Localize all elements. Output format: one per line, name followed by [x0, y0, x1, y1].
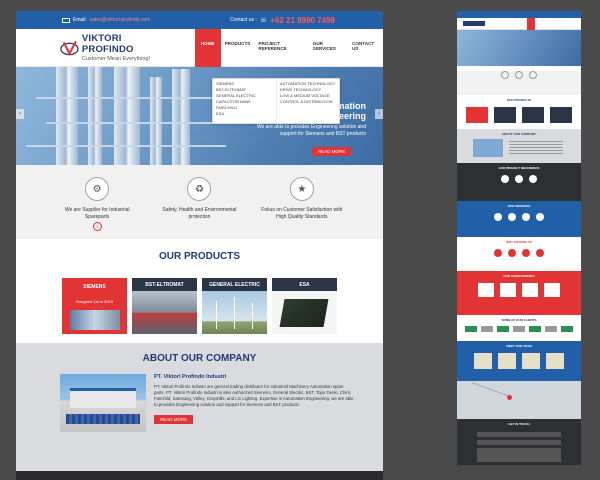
hero-text: We are able to provides Engineering solu…: [256, 124, 366, 137]
contact-info: Contact us : ☏ +62 21 8990 7499: [230, 16, 335, 25]
product-sub: Ranghed 1st in 2015: [76, 299, 113, 304]
safety-icon: ♻: [187, 177, 212, 201]
dropdown-item[interactable]: LOW & MEDIUM VOLTAGE CONTROL & DISTRIBUT…: [280, 93, 336, 105]
about-text: PT. Viktori Profindo Industri are genera…: [154, 384, 354, 407]
product-card-siemens[interactable]: SIEMENS Ranghed 1st in 2015: [62, 278, 127, 334]
side-title: OUR PRODUCTS: [506, 98, 532, 102]
feature-more-button[interactable]: ›: [92, 222, 102, 231]
site-header: VIKTORI PROFINDO Customer Mean Everythin…: [16, 28, 383, 67]
product-name: GENERAL ELECTRIC: [202, 278, 267, 291]
desktop-mockup: Email: sales@viktori-profindo.com Contac…: [16, 11, 383, 480]
dropdown-categories: AUTOMATION TECHNOLOGY DRIVE TECHNOLOGY L…: [276, 79, 339, 123]
side-title: OUR PROJECT REFERENCE: [498, 166, 540, 170]
logo-name: VIKTORI PROFINDO: [81, 33, 134, 55]
slider-prev-icon[interactable]: ‹: [16, 109, 24, 119]
logo-mark-icon: [60, 40, 79, 56]
product-name: BST-ELTROMAT: [132, 278, 197, 291]
phone-number[interactable]: +62 21 8990 7499: [270, 16, 335, 25]
side-title: SOME OF OUR CLIENTS: [501, 318, 537, 322]
logo-tagline: Customer Mean Everything!: [81, 56, 151, 62]
logo[interactable]: VIKTORI PROFINDO Customer Mean Everythin…: [60, 33, 171, 62]
email-info: Email: sales@viktori-profindo.com: [62, 17, 150, 23]
about-content: PT. Viktori Profindo Industri PT. Viktor…: [16, 364, 383, 432]
email-label: Email:: [73, 17, 87, 23]
product-card-bst-eltromat[interactable]: BST-ELTROMAT: [132, 278, 197, 334]
slider-next-icon[interactable]: ›: [375, 109, 383, 119]
nav-products[interactable]: PRODUCTS: [221, 29, 255, 67]
side-title: OUR ACHIEVEMENTS: [503, 274, 535, 278]
quality-icon: ★: [289, 177, 314, 201]
contact-label: Contact us :: [230, 17, 257, 23]
dropdown-brands: SIEMENS BST-ELTROMAT GENERAL ELECTRIC CA…: [213, 79, 276, 123]
feature-spareparts: ⚙ We are Supplier for Industrial Sparepa…: [52, 177, 142, 239]
about-text-block: PT. Viktori Profindo Industri PT. Viktor…: [154, 374, 354, 432]
products-dropdown: SIEMENS BST-ELTROMAT GENERAL ELECTRIC CA…: [212, 78, 340, 124]
nav-contact-us[interactable]: CONTACT US: [348, 29, 383, 67]
about-read-more-button[interactable]: READ MORE: [154, 415, 194, 424]
side-title: GET IN TOUCH: [508, 422, 530, 426]
feature-label: We are Supplier for Industrial Sparepart…: [64, 207, 130, 220]
features-section: ⚙ We are Supplier for Industrial Sparepa…: [16, 165, 383, 239]
nav-project-reference[interactable]: PROJECT REFERENCE: [254, 29, 308, 67]
product-card-general-electric[interactable]: GENERAL ELECTRIC: [202, 278, 267, 334]
full-page-preview: OUR PRODUCTS ABOUT OUR COMPANY OUR PROJE…: [457, 11, 581, 465]
feature-label: Safety, Health and Environmental protect…: [162, 207, 237, 220]
feature-quality: ★ Fokus on Customer Satisfaction with Hi…: [257, 177, 347, 239]
side-title: WHY CHOOSE US: [506, 240, 532, 244]
email-link[interactable]: sales@viktori-profindo.com: [90, 17, 150, 23]
dropdown-item[interactable]: ESA: [216, 111, 273, 117]
company-photo: [60, 374, 146, 432]
phone-icon: ☏: [259, 17, 268, 24]
products-section: OUR PRODUCTS SIEMENS Ranghed 1st in 2015…: [16, 239, 383, 343]
product-name: SIEMENS: [83, 284, 106, 290]
footer-strip: [16, 471, 383, 480]
hero-read-more-button[interactable]: READ MORE: [312, 147, 352, 156]
envelope-icon: [62, 17, 70, 23]
about-title: ABOUT OUR COMPANY: [142, 353, 257, 364]
product-name: ESA: [272, 278, 337, 291]
spareparts-icon: ⚙: [85, 177, 110, 201]
top-bar: Email: sales@viktori-profindo.com Contac…: [16, 11, 383, 29]
side-title: ABOUT OUR COMPANY: [501, 132, 537, 136]
products-grid: SIEMENS Ranghed 1st in 2015 BST-ELTROMAT…: [16, 278, 383, 334]
nav-our-services[interactable]: OUR SERVICES: [309, 29, 348, 67]
feature-safety: ♻ Safety, Health and Environmental prote…: [154, 177, 244, 239]
products-title: OUR PRODUCTS: [158, 251, 241, 262]
side-title: OUR SERVICES: [507, 204, 531, 208]
nav-home[interactable]: HOME: [194, 28, 221, 67]
product-card-esa[interactable]: ESA: [272, 278, 337, 334]
main-nav: HOME PRODUCTS PROJECT REFERENCE OUR SERV…: [194, 28, 383, 67]
about-heading: PT. Viktori Profindo Industri: [154, 374, 227, 380]
side-title: MEET OUR TEAM: [506, 344, 532, 348]
about-section: ABOUT OUR COMPANY PT. Viktori Profindo I…: [16, 343, 383, 471]
feature-label: Fokus on Customer Satisfaction with High…: [261, 207, 343, 220]
